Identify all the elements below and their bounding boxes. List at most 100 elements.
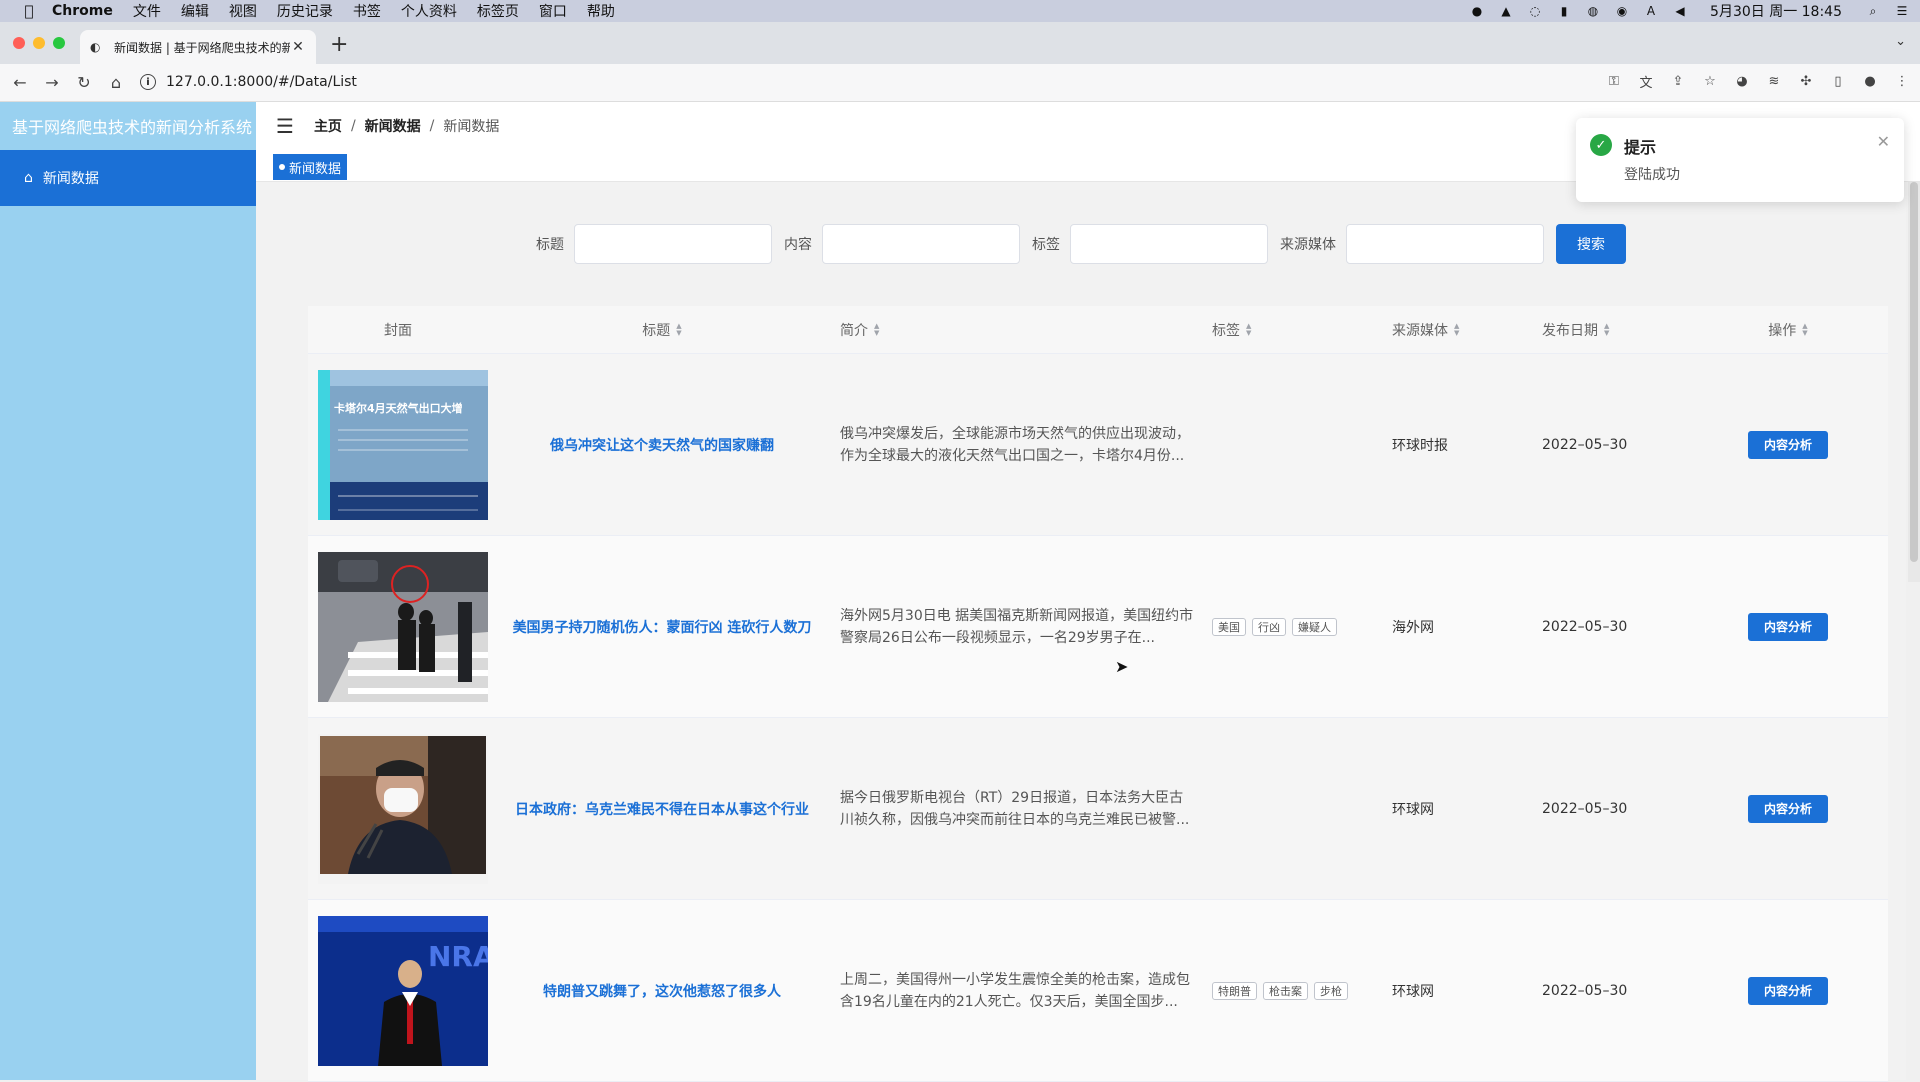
scrollbar-thumb[interactable] [1910, 182, 1918, 562]
sort-icon[interactable]: ▲ ▼ [1454, 322, 1459, 337]
news-tags: 特朗普 枪击案 步枪 [1208, 981, 1388, 1000]
cover-image: 卡塔尔4月天然气出口大增 [318, 369, 488, 520]
sort-icon[interactable]: ▲ ▼ [1246, 322, 1251, 337]
signal-icon[interactable]: ▮ [1556, 4, 1572, 18]
profile-avatar-icon[interactable]: ● [1860, 71, 1880, 91]
share-icon[interactable]: ⇪ [1668, 71, 1688, 91]
chat-icon[interactable]: ◌ [1527, 4, 1543, 18]
main-content: 标题 内容 标签 来源媒体 搜索 封面 标题 ▲ ▼ 简介 ▲ ▼ 标签 ▲ ▼ 来源媒体 ▲… [256, 182, 1906, 1082]
breadcrumb-section[interactable]: 新闻数据 [365, 116, 421, 136]
menu-profile[interactable]: 个人资料 [401, 1, 457, 21]
header-title[interactable]: 标题 ▲ ▼ [488, 320, 836, 340]
search-form: 标题 内容 标签 来源媒体 搜索 [536, 224, 1626, 264]
reload-icon[interactable]: ↻ [72, 71, 96, 95]
window-zoom-button[interactable] [53, 37, 65, 49]
tags-view-item-news-data[interactable]: 新闻数据 [273, 154, 348, 180]
header-op[interactable]: 操作 ▲ ▼ [1688, 320, 1888, 340]
input-method-icon[interactable]: A [1643, 4, 1659, 18]
menu-app-name[interactable]: Chrome [52, 3, 113, 19]
analyze-button[interactable]: 内容分析 [1748, 976, 1828, 1005]
analyze-button[interactable]: 内容分析 [1748, 430, 1828, 459]
wechat-icon[interactable]: ◉ [1614, 4, 1630, 18]
menu-bookmarks[interactable]: 书签 [353, 1, 381, 21]
menu-tabs[interactable]: 标签页 [477, 1, 519, 21]
address-bar[interactable]: i 127.0.0.1:8000/#/Data/List [140, 68, 1580, 96]
news-media: 海外网 [1392, 619, 1434, 636]
record-icon[interactable]: ● [1469, 4, 1485, 18]
apple-icon[interactable]:  [18, 2, 40, 20]
sort-icon[interactable]: ▲ ▼ [676, 322, 681, 337]
mountain-icon[interactable]: ▲ [1498, 4, 1514, 18]
bookmark-star-icon[interactable]: ☆ [1700, 71, 1720, 91]
control-center-icon[interactable]: ☰ [1894, 4, 1910, 18]
extension-layers-icon[interactable]: ≋ [1764, 71, 1784, 91]
sidebar-item-news-data[interactable]: ⌂ 新闻数据 [0, 150, 256, 206]
search-button[interactable]: 搜索 [1556, 224, 1626, 264]
extension-cookie-icon[interactable]: ◕ [1732, 71, 1752, 91]
content-input[interactable] [822, 224, 1020, 264]
header-title-label: 标题 [642, 322, 671, 339]
news-title-link[interactable]: 日本政府：乌克兰难民不得在日本从事这个行业 [488, 799, 836, 819]
cover-image: NRA [318, 915, 488, 1066]
tab-title: 新闻数据 | 基于网络爬虫技术的新 [114, 40, 290, 55]
analyze-button[interactable]: 内容分析 [1748, 794, 1828, 823]
page-scrollbar[interactable] [1908, 182, 1920, 582]
news-summary: 海外网5月30日电 据美国福克斯新闻网报道，美国纽约市警察局26日公布一段视频显… [840, 607, 1194, 646]
news-title-link[interactable]: 美国男子持刀随机伤人：蒙面行凶 连砍行人数刀 [488, 617, 836, 637]
header-media[interactable]: 来源媒体 ▲ ▼ [1388, 320, 1538, 340]
analyze-button[interactable]: 内容分析 [1748, 612, 1828, 641]
home-page-icon[interactable]: ⌂ [104, 71, 128, 95]
game-icon[interactable]: ◍ [1585, 4, 1601, 18]
menubar-clock[interactable]: 5月30日 周一 18:45 [1710, 1, 1842, 21]
menu-help[interactable]: 帮助 [587, 1, 615, 21]
menu-history[interactable]: 历史记录 [277, 1, 333, 21]
breadcrumb-home[interactable]: 主页 [314, 116, 342, 136]
tab-search-chevron-icon[interactable]: ⌄ [1895, 34, 1906, 49]
header-tags[interactable]: 标签 ▲ ▼ [1208, 320, 1388, 340]
extensions-puzzle-icon[interactable]: ✣ [1796, 71, 1816, 91]
key-icon[interactable]: ⚿ [1604, 71, 1624, 91]
sort-icon[interactable]: ▲ ▼ [1802, 322, 1807, 337]
menu-fold-icon[interactable]: ☰ [276, 114, 294, 138]
title-input[interactable] [574, 224, 772, 264]
window-close-button[interactable] [13, 37, 25, 49]
menu-edit[interactable]: 编辑 [181, 1, 209, 21]
search-icon[interactable]: ⌕ [1865, 4, 1881, 18]
menu-view[interactable]: 视图 [229, 1, 257, 21]
header-media-label: 来源媒体 [1392, 322, 1448, 339]
news-title-link[interactable]: 俄乌冲突让这个卖天然气的国家赚翻 [488, 435, 836, 455]
side-panel-icon[interactable]: ▯ [1828, 71, 1848, 91]
news-title-link[interactable]: 特朗普又跳舞了，这次他惹怒了很多人 [488, 981, 836, 1001]
tag-chip: 步枪 [1314, 981, 1348, 1000]
menu-window[interactable]: 窗口 [539, 1, 567, 21]
menu-file[interactable]: 文件 [133, 1, 161, 21]
translate-icon[interactable]: 文 [1636, 71, 1656, 91]
site-info-icon[interactable]: i [140, 74, 156, 90]
app-brand-title: 基于网络爬虫技术的新闻分析系统 [0, 102, 256, 150]
browser-tab[interactable]: ◐ 新闻数据 | 基于网络爬虫技术的新 ✕ [80, 30, 316, 64]
tab-close-icon[interactable]: ✕ [290, 39, 306, 55]
back-arrow-icon[interactable]: ← [8, 71, 32, 95]
new-tab-icon[interactable]: + [330, 32, 348, 57]
breadcrumb: 主页 / 新闻数据 / 新闻数据 [314, 116, 499, 136]
sort-icon[interactable]: ▲ ▼ [1604, 322, 1609, 337]
header-summary[interactable]: 简介 ▲ ▼ [836, 320, 1208, 340]
header-date[interactable]: 发布日期 ▲ ▼ [1538, 320, 1688, 340]
active-dot-icon [279, 164, 285, 170]
forward-arrow-icon[interactable]: → [40, 71, 64, 95]
tag-chip: 枪击案 [1263, 981, 1308, 1000]
sort-icon[interactable]: ▲ ▼ [874, 322, 879, 337]
table-row: NRA 特朗普又跳舞了，这次他惹怒了很多人 上周二，美国得州一小学发生震惊全美的… [308, 900, 1888, 1082]
op-cell: 内容分析 [1688, 430, 1888, 459]
media-input[interactable] [1346, 224, 1544, 264]
window-minimize-button[interactable] [33, 37, 45, 49]
more-menu-icon[interactable]: ⋮ [1892, 71, 1912, 91]
tag-input[interactable] [1070, 224, 1268, 264]
cover-caption: NRA [428, 939, 488, 973]
browser-tabstrip: ◐ 新闻数据 | 基于网络爬虫技术的新 ✕ + ⌄ [0, 22, 1920, 64]
address-url[interactable]: 127.0.0.1:8000/#/Data/List [166, 74, 357, 90]
volume-icon[interactable]: ◀ [1672, 4, 1688, 18]
header-tags-label: 标签 [1212, 322, 1240, 339]
table-row: 日本政府：乌克兰难民不得在日本从事这个行业 据今日俄罗斯电视台（RT）29日报道… [308, 718, 1888, 900]
toast-close-icon[interactable]: ✕ [1877, 132, 1890, 151]
